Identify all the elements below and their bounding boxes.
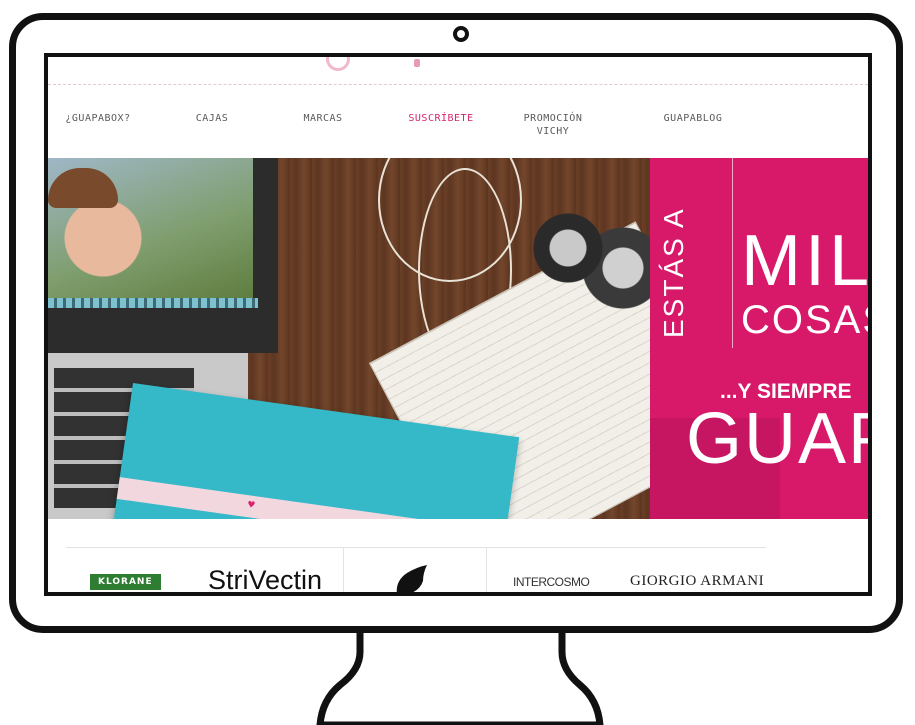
brand-separator: [486, 547, 487, 592]
panel-divider: [732, 158, 733, 348]
monitor-screen: ¿GUAPABOX? CAJAS MARCAS SUSCRÍBETE PROMO…: [44, 53, 872, 596]
logo-mark-icon: [414, 59, 420, 67]
hero-text-guapa: GUAPA: [686, 399, 868, 479]
header-divider: [48, 84, 868, 85]
main-nav: ¿GUAPABOX? CAJAS MARCAS SUSCRÍBETE PROMO…: [48, 102, 868, 152]
hero-banner[interactable]: ♥ ESTÁS A MIL COSAS ...Y SIEMPRE GUAPA: [48, 158, 872, 519]
notebook-band: [116, 477, 506, 519]
camera-object: [518, 208, 668, 318]
nav-item-guapablog[interactable]: GUAPABLOG: [648, 112, 738, 125]
logo-ring-icon: [326, 57, 350, 71]
monitor-stand: [316, 630, 604, 725]
site-logo[interactable]: [48, 57, 868, 79]
brand-intercosmo[interactable]: INTERCOSMO: [513, 575, 590, 589]
nav-item-suscribete[interactable]: SUSCRÍBETE: [396, 112, 486, 125]
nav-item-promocion-vichy[interactable]: PROMOCIÓN VICHY: [518, 112, 588, 138]
brand-klorane[interactable]: KLORANE: [90, 574, 161, 590]
brand-giorgio-armani[interactable]: GIORGIO ARMANI: [630, 573, 764, 590]
brand-phyto-logo[interactable]: [393, 563, 429, 596]
webcam-icon: [453, 26, 469, 42]
brand-divider: [66, 547, 766, 548]
laptop-screen: [48, 158, 278, 353]
nav-item-marcas[interactable]: MARCAS: [288, 112, 358, 125]
brand-separator: [343, 547, 344, 592]
brand-strip: KLORANE StriVectin INTERCOSMO GIORGIO AR…: [48, 519, 868, 596]
notebook-stamp: ♥: [246, 500, 256, 512]
screen-strip: [48, 298, 258, 308]
brand-strivectin[interactable]: StriVectin: [208, 565, 322, 592]
hero-text-mil: MIL: [741, 221, 872, 301]
hero-text-cosas: COSAS: [741, 298, 868, 342]
nav-item-guapabox[interactable]: ¿GUAPABOX?: [48, 112, 148, 125]
hero-text-estas: ESTÁS A: [658, 207, 689, 338]
nav-item-cajas[interactable]: CAJAS: [182, 112, 242, 125]
